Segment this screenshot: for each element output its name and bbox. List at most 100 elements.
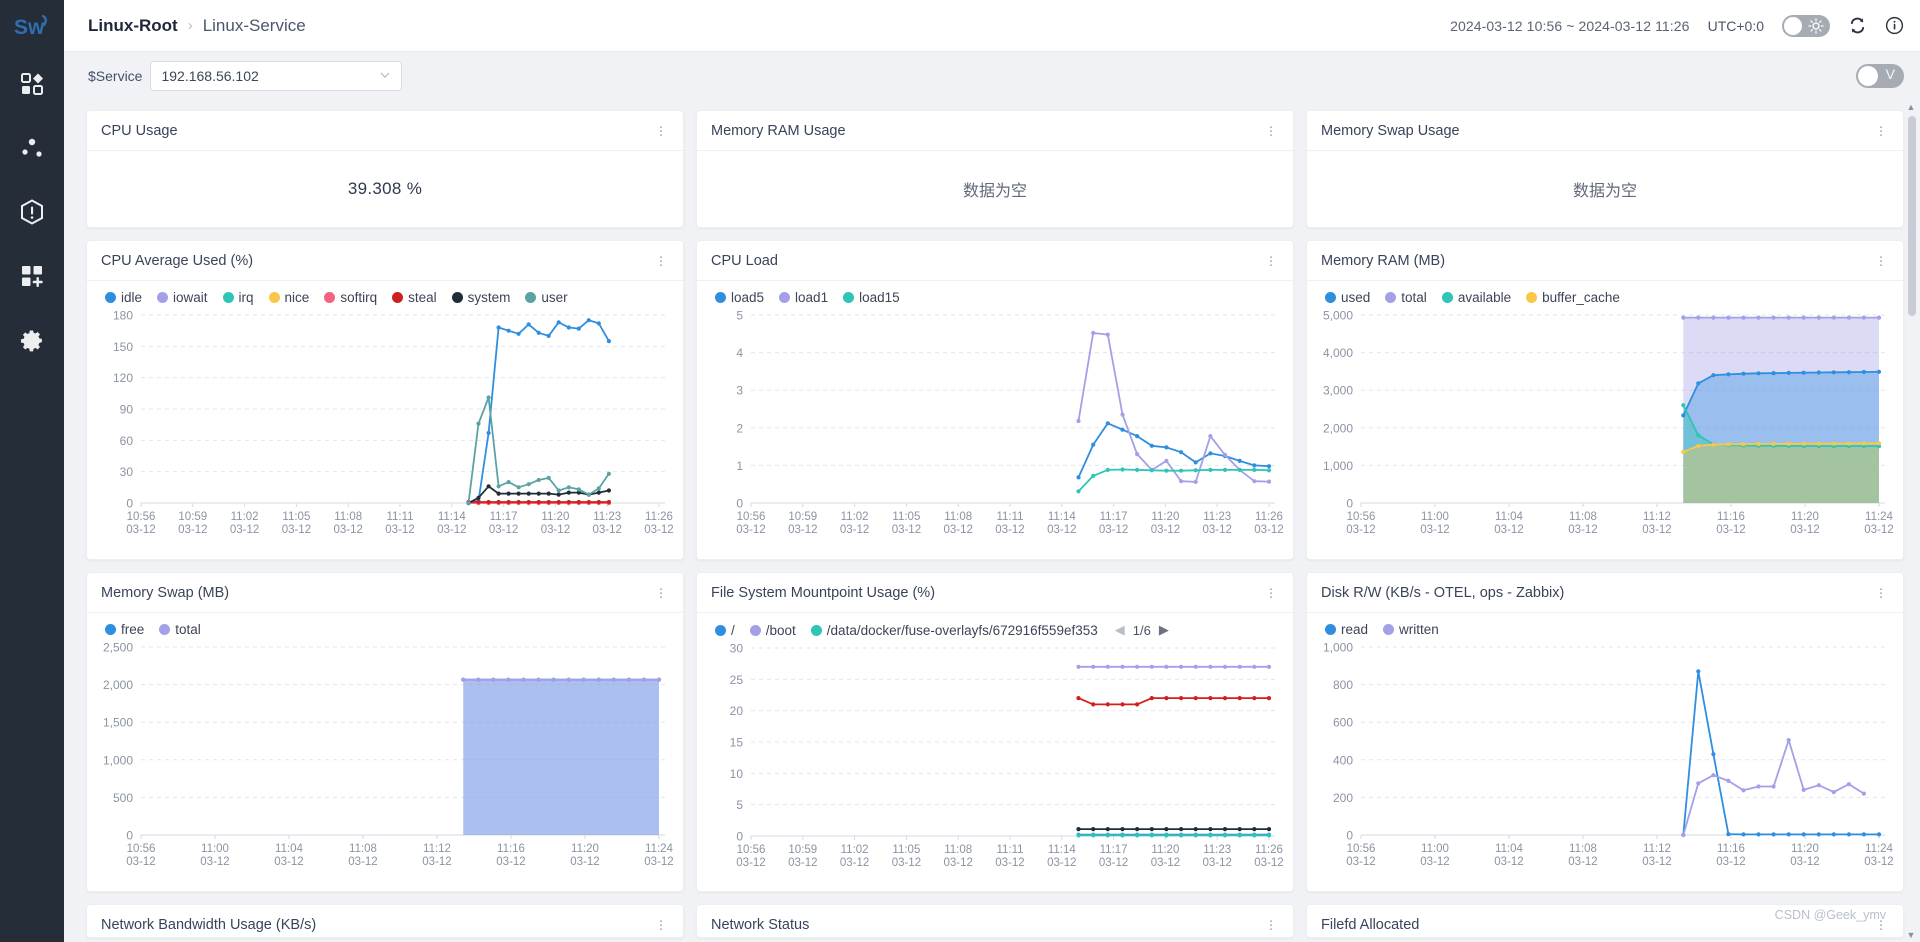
svg-text:11:08: 11:08 — [1569, 843, 1597, 855]
legend-item[interactable]: iowait — [157, 290, 208, 305]
sidebar: Sw — [0, 0, 64, 942]
legend-next-icon[interactable]: ▶ — [1159, 622, 1169, 638]
view-toggle-label: V — [1885, 66, 1895, 82]
svg-text:20: 20 — [730, 704, 744, 718]
view-toggle[interactable]: V — [1856, 64, 1904, 88]
panel-menu-icon[interactable]: · · · — [1873, 119, 1889, 142]
panel-title: Memory Swap Usage — [1321, 122, 1460, 139]
panel-menu-icon[interactable]: · · · — [1263, 249, 1279, 272]
legend-item[interactable]: available — [1441, 290, 1511, 305]
breadcrumb-root[interactable]: Linux-Root — [88, 16, 178, 36]
svg-text:11:26: 11:26 — [1255, 511, 1283, 523]
legend-item[interactable]: irq — [222, 290, 254, 305]
theme-toggle[interactable] — [1782, 14, 1830, 37]
svg-text:2: 2 — [736, 421, 743, 435]
sidebar-item-dashboard[interactable] — [0, 52, 64, 116]
panel-menu-icon[interactable]: · · · — [1263, 119, 1279, 142]
board-scrollbar-thumb[interactable] — [1908, 116, 1916, 316]
legend-item[interactable]: /data/docker/fuse-overlayfs/672916f559ef… — [810, 623, 1098, 638]
panel-menu-icon[interactable]: · · · — [653, 913, 669, 936]
panel-title: CPU Usage — [101, 122, 178, 139]
legend-color-dot — [451, 292, 463, 303]
svg-text:5,000: 5,000 — [1323, 309, 1353, 323]
legend-color-dot — [222, 292, 234, 303]
panel-header: Network Status · · · — [697, 905, 1293, 937]
panel-menu-icon[interactable]: · · · — [1873, 581, 1889, 604]
legend-color-dot — [525, 292, 537, 303]
svg-text:11:11: 11:11 — [996, 511, 1023, 523]
svg-text:11:04: 11:04 — [275, 843, 304, 855]
legend-item[interactable]: buffer_cache — [1526, 290, 1620, 305]
panel-menu-icon[interactable]: · · · — [653, 249, 669, 272]
panel-cpu-average-used: CPU Average Used (%) · · · idle iowait irq nice… — [86, 240, 684, 560]
svg-text:11:14: 11:14 — [1048, 511, 1077, 523]
chart-canvas[interactable]: 0 1,000 2,000 3,000 4,000 5,000 10:56 03-12 11:0… — [1307, 307, 1903, 543]
legend-label: irq — [238, 290, 254, 305]
sidebar-item-topology[interactable] — [0, 116, 64, 180]
svg-text:03-12: 03-12 — [736, 524, 765, 536]
legend-color-dot — [749, 624, 761, 636]
legend-label: load1 — [795, 290, 829, 305]
view-toggle-knob — [1858, 66, 1878, 86]
legend-item[interactable]: softirq — [324, 290, 377, 305]
chart-canvas[interactable]: 0 1 2 3 4 5 10:56 03-12 10:59 03-12 11:02 03-12 11:0… — [697, 307, 1293, 543]
svg-text:03-12: 03-12 — [541, 524, 570, 536]
chart-canvas[interactable]: 0 500 1,000 1,500 2,000 2,500 10:56 03-12 11:00 0… — [87, 639, 683, 875]
timezone-label[interactable]: UTC+0:0 — [1708, 18, 1764, 34]
legend-item[interactable]: /boot — [749, 623, 796, 638]
legend-item[interactable]: / — [715, 623, 735, 638]
svg-text:2,500: 2,500 — [103, 641, 133, 655]
sidebar-item-settings[interactable] — [0, 308, 64, 372]
legend-item[interactable]: load5 — [715, 290, 764, 305]
svg-text:11:20: 11:20 — [571, 843, 599, 855]
legend-item[interactable]: written — [1383, 622, 1439, 637]
svg-text:10:56: 10:56 — [1347, 843, 1376, 855]
panel-title: File System Mountpoint Usage (%) — [711, 584, 936, 601]
sidebar-item-alerts[interactable] — [0, 180, 64, 244]
svg-text:11:17: 11:17 — [1100, 511, 1128, 523]
legend-item[interactable]: total — [159, 622, 201, 637]
info-icon[interactable] — [1885, 16, 1904, 35]
legend-item[interactable]: load15 — [843, 290, 900, 305]
app-logo[interactable]: Sw — [0, 0, 64, 52]
legend-item[interactable]: load1 — [779, 290, 828, 305]
svg-text:11:14: 11:14 — [438, 511, 467, 523]
legend-item[interactable]: user — [525, 290, 568, 305]
legend-prev-icon[interactable]: ◀ — [1115, 622, 1125, 638]
legend-page-indicator: 1/6 — [1132, 622, 1151, 638]
legend-item[interactable]: used — [1325, 290, 1370, 305]
chart-canvas[interactable]: 0 5 10 15 20 25 30 10:56 03-12 10:59 03-12 11:02 03-… — [697, 640, 1293, 876]
topbar-actions: 2024-03-12 10:56 ~ 2024-03-12 11:26 UTC+… — [1450, 14, 1904, 37]
legend-item[interactable]: read — [1325, 622, 1368, 637]
legend-color-dot — [1325, 292, 1336, 303]
legend-item[interactable]: idle — [105, 290, 142, 305]
scroll-up-icon[interactable]: ▲ — [1906, 102, 1916, 112]
panel-menu-icon[interactable]: · · · — [1263, 581, 1279, 604]
time-range-label[interactable]: 2024-03-12 10:56 ~ 2024-03-12 11:26 — [1450, 18, 1690, 34]
panel-menu-icon[interactable]: · · · — [1873, 249, 1889, 272]
svg-text:03-12: 03-12 — [644, 856, 673, 868]
legend-item[interactable]: free — [105, 622, 144, 637]
legend-item[interactable]: nice — [268, 290, 309, 305]
breadcrumb: Linux-Root › Linux-Service — [88, 16, 306, 36]
svg-text:03-12: 03-12 — [840, 524, 869, 536]
chart-canvas[interactable]: 0 30 60 90 120 150 180 10:56 03-12 10:59 03-12 11:0… — [87, 307, 683, 543]
legend-color-dot — [779, 292, 791, 303]
chart-canvas[interactable]: 0 200 400 600 800 1,000 10:56 03-12 11:00 03-12 11… — [1307, 639, 1903, 875]
legend-item[interactable]: system — [451, 290, 510, 305]
svg-text:03-12: 03-12 — [943, 524, 972, 536]
sidebar-item-apps[interactable] — [0, 244, 64, 308]
refresh-icon[interactable] — [1848, 16, 1867, 35]
panel-menu-icon[interactable]: · · · — [1263, 913, 1279, 936]
scroll-down-icon[interactable]: ▼ — [1906, 930, 1916, 940]
svg-text:2,000: 2,000 — [1323, 421, 1353, 435]
breadcrumb-leaf[interactable]: Linux-Service — [203, 16, 306, 36]
legend-item[interactable]: total — [1385, 290, 1427, 305]
svg-text:11:17: 11:17 — [1100, 844, 1128, 856]
service-select[interactable]: 192.168.56.102 — [150, 61, 403, 91]
panel-menu-icon[interactable]: · · · — [653, 581, 669, 604]
legend-item[interactable]: steal — [392, 290, 437, 305]
svg-text:11:05: 11:05 — [892, 844, 920, 856]
svg-text:03-12: 03-12 — [995, 524, 1024, 536]
panel-menu-icon[interactable]: · · · — [653, 119, 669, 142]
